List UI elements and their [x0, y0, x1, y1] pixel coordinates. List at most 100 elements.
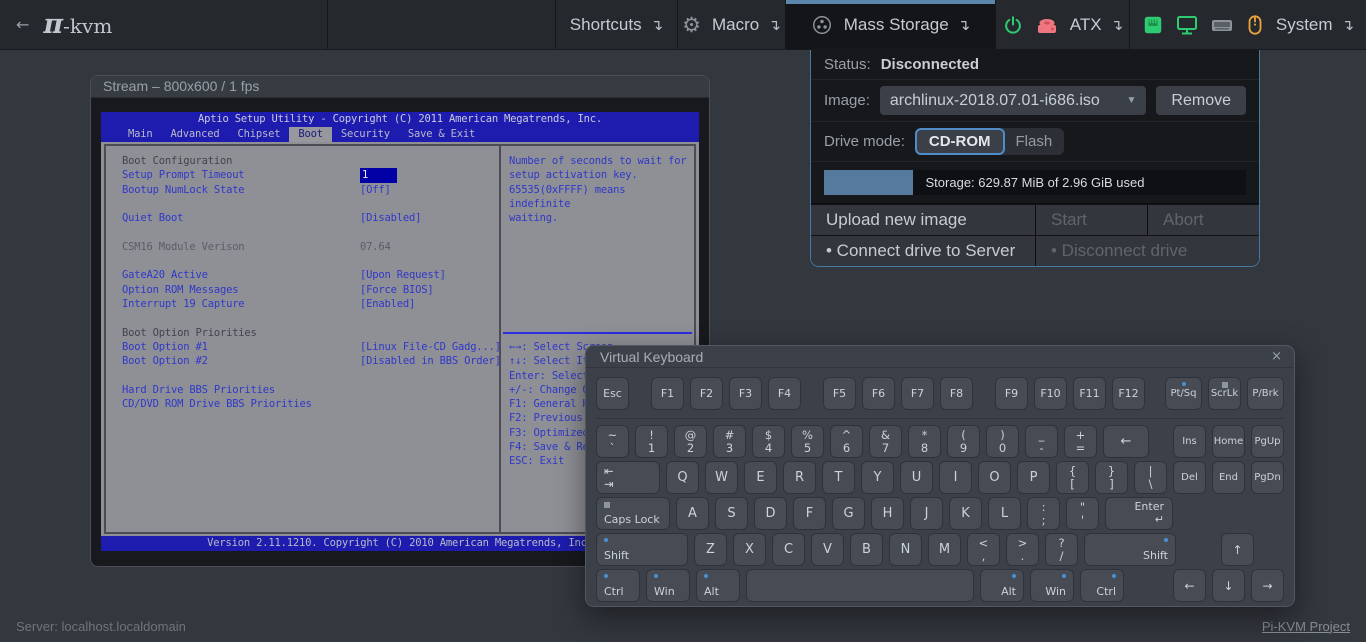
key-page-up[interactable]: PgUp [1251, 425, 1284, 458]
key-bracket-left[interactable]: {[ [1056, 461, 1089, 494]
key-f[interactable]: F [793, 497, 826, 530]
disconnect-drive-button[interactable]: • Disconnect drive [1036, 236, 1260, 266]
key-scroll-lock[interactable]: ScrLk [1208, 377, 1241, 410]
key-p[interactable]: P [1017, 461, 1050, 494]
key-ctrl-left[interactable]: Ctrl [596, 569, 640, 602]
bios-tab-boot[interactable]: Boot [289, 127, 332, 142]
bios-tab-advanced[interactable]: Advanced [162, 127, 229, 142]
key-ctrl-right[interactable]: Ctrl [1080, 569, 1124, 602]
key-space[interactable] [746, 569, 974, 602]
key-delete[interactable]: Del [1173, 461, 1206, 494]
key-t[interactable]: T [822, 461, 855, 494]
key-alt-left[interactable]: Alt [696, 569, 740, 602]
key-f4[interactable]: F4 [768, 377, 801, 410]
key-arrow-left[interactable]: ← [1173, 569, 1206, 602]
stream-window-title[interactable]: Stream – 800x600 / 1 fps [91, 76, 709, 98]
bios-tab-chipset[interactable]: Chipset [228, 127, 289, 142]
key-r[interactable]: R [783, 461, 816, 494]
key-digit-7[interactable]: &7 [869, 425, 902, 458]
remove-image-button[interactable]: Remove [1156, 86, 1246, 115]
key-bracket-right[interactable]: }] [1095, 461, 1128, 494]
key-f3[interactable]: F3 [729, 377, 762, 410]
menu-atx[interactable]: ATX ↴ [996, 0, 1130, 49]
key-digit-1[interactable]: !1 [635, 425, 668, 458]
upload-start-button[interactable]: Start [1036, 205, 1147, 235]
key-k[interactable]: K [949, 497, 982, 530]
mode-flash-option[interactable]: Flash [1002, 128, 1065, 155]
bios-tab-save-exit[interactable]: Save & Exit [399, 127, 484, 142]
key-quote[interactable]: "' [1066, 497, 1099, 530]
key-digit-2[interactable]: @2 [674, 425, 707, 458]
key-backquote[interactable]: ~` [596, 425, 629, 458]
key-slash[interactable]: ?/ [1045, 533, 1078, 566]
key-digit-3[interactable]: #3 [713, 425, 746, 458]
key-j[interactable]: J [910, 497, 943, 530]
key-a[interactable]: A [676, 497, 709, 530]
key-shift-left[interactable]: Shift [596, 533, 688, 566]
key-digit-8[interactable]: *8 [908, 425, 941, 458]
key-end[interactable]: End [1212, 461, 1245, 494]
key-digit-4[interactable]: $4 [752, 425, 785, 458]
key-f12[interactable]: F12 [1112, 377, 1145, 410]
upload-abort-button[interactable]: Abort [1148, 205, 1259, 235]
key-minus[interactable]: _- [1025, 425, 1058, 458]
key-digit-9[interactable]: (9 [947, 425, 980, 458]
key-w[interactable]: W [705, 461, 738, 494]
key-backspace[interactable]: ← [1103, 425, 1149, 458]
key-o[interactable]: O [978, 461, 1011, 494]
key-pause-break[interactable]: P/Brk [1247, 377, 1284, 410]
key-alt-right[interactable]: Alt [980, 569, 1024, 602]
key-print-screen[interactable]: Pt/Sq [1165, 377, 1202, 410]
key-f11[interactable]: F11 [1073, 377, 1106, 410]
close-icon[interactable]: × [1259, 349, 1294, 364]
key-b[interactable]: B [850, 533, 883, 566]
menu-shortcuts[interactable]: Shortcuts ↴ [556, 0, 678, 49]
menu-system[interactable]: System ↴ [1130, 0, 1366, 49]
key-n[interactable]: N [889, 533, 922, 566]
key-i[interactable]: I [939, 461, 972, 494]
key-insert[interactable]: Ins [1173, 425, 1206, 458]
key-f2[interactable]: F2 [690, 377, 723, 410]
key-f9[interactable]: F9 [995, 377, 1028, 410]
menu-macro[interactable]: ⚙ Macro ↴ [678, 0, 786, 49]
key-comma[interactable]: <, [967, 533, 1000, 566]
key-c[interactable]: C [772, 533, 805, 566]
key-arrow-right[interactable]: → [1251, 569, 1284, 602]
key-x[interactable]: X [733, 533, 766, 566]
key-f6[interactable]: F6 [862, 377, 895, 410]
key-semicolon[interactable]: :; [1027, 497, 1060, 530]
key-m[interactable]: M [928, 533, 961, 566]
key-d[interactable]: D [754, 497, 787, 530]
key-g[interactable]: G [832, 497, 865, 530]
image-select[interactable]: archlinux-2018.07.01-i686.iso ▼ [880, 86, 1147, 115]
key-win-right[interactable]: Win [1030, 569, 1074, 602]
connect-drive-button[interactable]: • Connect drive to Server [811, 236, 1035, 266]
key-y[interactable]: Y [861, 461, 894, 494]
key-equal[interactable]: += [1064, 425, 1097, 458]
bios-tab-main[interactable]: Main [119, 127, 162, 142]
key-shift-right[interactable]: Shift [1084, 533, 1176, 566]
key-z[interactable]: Z [694, 533, 727, 566]
upload-new-image-button[interactable]: Upload new image [811, 205, 1035, 235]
key-period[interactable]: >. [1006, 533, 1039, 566]
key-q[interactable]: Q [666, 461, 699, 494]
key-f7[interactable]: F7 [901, 377, 934, 410]
bios-tab-security[interactable]: Security [332, 127, 399, 142]
key-win-left[interactable]: Win [646, 569, 690, 602]
key-e[interactable]: E [744, 461, 777, 494]
key-digit-0[interactable]: )0 [986, 425, 1019, 458]
key-v[interactable]: V [811, 533, 844, 566]
virtual-keyboard-titlebar[interactable]: Virtual Keyboard × [586, 346, 1294, 368]
key-f5[interactable]: F5 [823, 377, 856, 410]
key-s[interactable]: S [715, 497, 748, 530]
key-l[interactable]: L [988, 497, 1021, 530]
key-tab[interactable]: ⇤⇥ [596, 461, 660, 494]
key-digit-6[interactable]: ^6 [830, 425, 863, 458]
key-f8[interactable]: F8 [940, 377, 973, 410]
back-arrow-button[interactable]: ← [16, 15, 29, 34]
key-esc[interactable]: Esc [596, 377, 629, 410]
pikvm-project-link[interactable]: Pi-KVM Project [1262, 619, 1350, 634]
key-digit-5[interactable]: %5 [791, 425, 824, 458]
key-page-down[interactable]: PgDn [1251, 461, 1284, 494]
key-home[interactable]: Home [1212, 425, 1245, 458]
